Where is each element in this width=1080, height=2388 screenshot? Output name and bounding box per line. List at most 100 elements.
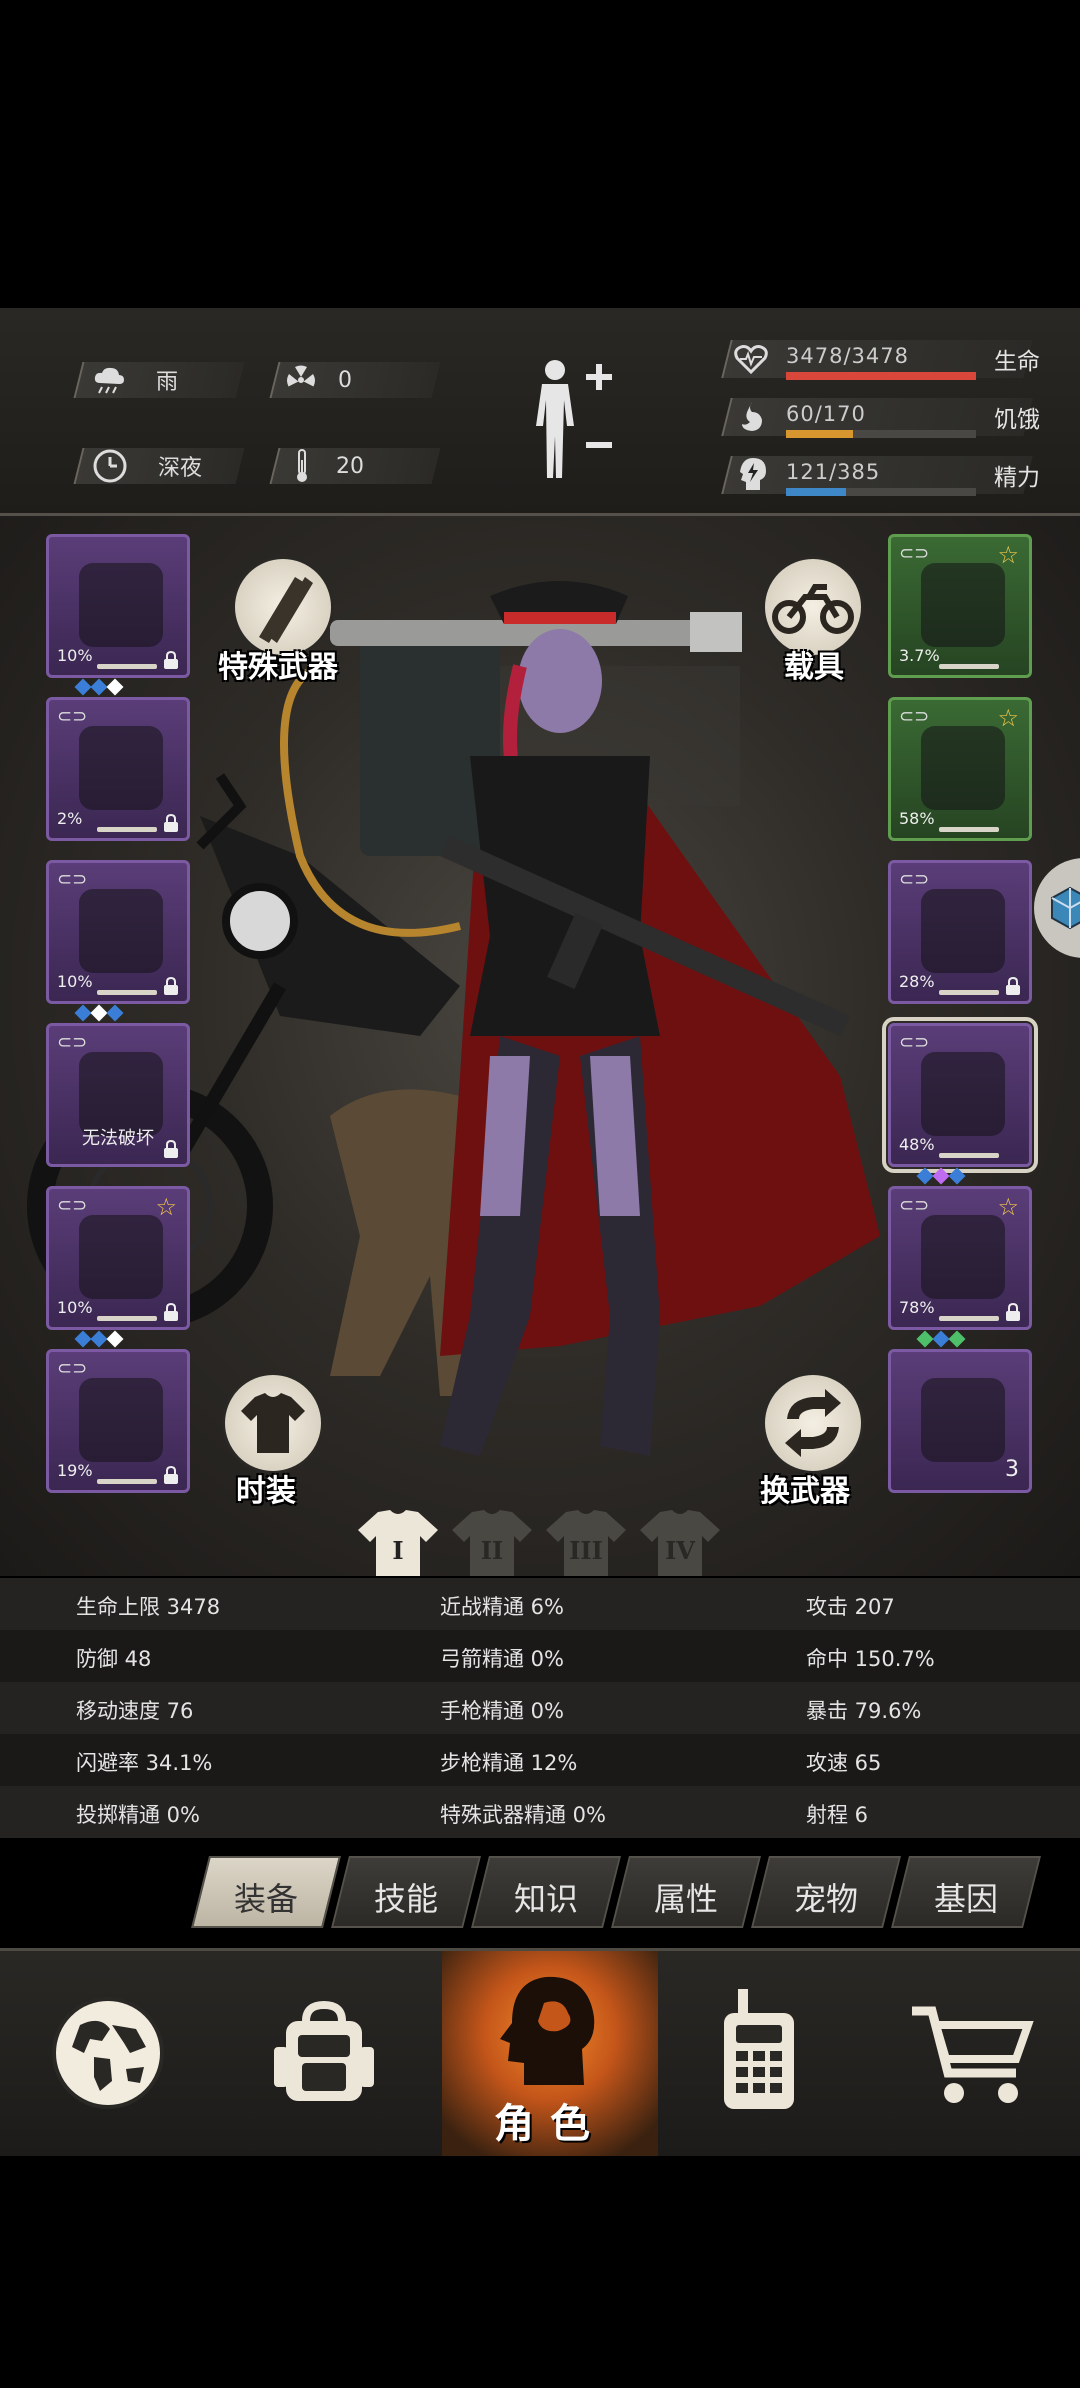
stat-cell: 闪避率 34.1% (76, 1751, 213, 1775)
category-tab-label: 基因 (933, 1880, 998, 1918)
category-tab-2[interactable]: 技能 (331, 1856, 481, 1928)
character-scene: 特殊武器 载具 时装 换武器 I II III IV 10% ⊂⊃ 2% ⊂⊃ 10 (0, 516, 1080, 1576)
lock-icon (163, 976, 179, 995)
outfit-tab-label: II (480, 1536, 504, 1565)
left-slot-backpack[interactable]: ⊂⊃ 无法破坏 (46, 1023, 190, 1167)
lock-icon (163, 1302, 179, 1321)
status-panel: 雨 0 深夜 20 3478/3478 生命 60/170 饥饿 121/385… (0, 308, 1080, 516)
left-jacket-durability: 10% (57, 972, 93, 991)
nav-world[interactable] (0, 1951, 216, 2156)
boots-icon (79, 1378, 163, 1462)
molotov-icon (921, 1378, 1005, 1462)
gas-mask-icon (921, 726, 1005, 810)
body-status-button[interactable] (520, 356, 620, 486)
lock-icon (163, 650, 179, 669)
durability-bar (97, 664, 157, 669)
right-slot-rifle[interactable]: ⊂⊃ 48% (882, 1017, 1038, 1185)
category-tab-5[interactable]: 宠物 (751, 1856, 901, 1928)
right-slot-mask[interactable]: ⊂⊃ ☆ 58% (888, 697, 1032, 841)
outfit-set-tabs: I II III IV (356, 1508, 736, 1578)
right-glasses-durability: 3.7% (899, 646, 940, 665)
left-slot-boots[interactable]: ⊂⊃ 19% (46, 1349, 190, 1493)
category-tab-4[interactable]: 属性 (611, 1856, 761, 1928)
left-slot-helmet[interactable]: 10% (46, 534, 190, 696)
right-slot-sword[interactable]: ⊂⊃ ☆ 78% (888, 1186, 1032, 1348)
nav-character[interactable]: 角色 (442, 1951, 658, 2156)
left-pants-durability: 10% (57, 1298, 93, 1317)
gem-icon (106, 1330, 124, 1348)
right-molotov-quantity: 3 (1005, 1457, 1019, 1482)
nav-radio[interactable] (650, 1951, 866, 2156)
swap-weapon-button[interactable]: 换武器 (756, 1372, 886, 1512)
nav-shop[interactable] (864, 1951, 1080, 2156)
category-tabs: 装备 技能 知识 属性 宠物 基因 (191, 1856, 1070, 1928)
stat-cell: 攻击 207 (806, 1595, 895, 1619)
swap-weapon-icon-wrap (762, 1372, 864, 1474)
fashion-icon-wrap (222, 1372, 324, 1474)
left-slot-jacket[interactable]: ⊂⊃ 10% (46, 860, 190, 1022)
stat-cell: 生命上限 3478 (76, 1595, 221, 1619)
right-slot-glasses[interactable]: ⊂⊃ ☆ 3.7% (888, 534, 1032, 678)
category-tab-3[interactable]: 知识 (471, 1856, 621, 1928)
shirt-icon (79, 726, 163, 810)
vehicle-button[interactable]: 载具 (760, 556, 880, 696)
time-label: 深夜 (158, 456, 203, 481)
link-icon: ⊂⊃ (57, 1195, 88, 1216)
right-slot-vest[interactable]: ⊂⊃ 28% (888, 860, 1032, 1004)
right-slot-molotov[interactable]: 3 (888, 1349, 1032, 1493)
outfit-tab-2[interactable]: II (450, 1508, 534, 1578)
special-weapon-button[interactable]: 特殊武器 (218, 556, 390, 696)
durability-bar (97, 1479, 157, 1484)
time-indicator: 深夜 (92, 446, 202, 486)
star-icon: ☆ (997, 541, 1019, 569)
link-icon: ⊂⊃ (899, 1195, 930, 1216)
durability-bar (939, 664, 999, 669)
temperature-value: 20 (336, 453, 364, 479)
category-tab-label: 属性 (653, 1880, 718, 1918)
clock-icon (93, 449, 127, 483)
durability-bar (97, 990, 157, 995)
outfit-tab-3[interactable]: III (544, 1508, 628, 1578)
fashion-button[interactable]: 时装 (220, 1372, 340, 1512)
fashion-label: 时装 (236, 1474, 296, 1509)
gem-sockets (916, 1330, 966, 1348)
stat-cell: 防御 48 (76, 1647, 152, 1671)
health-bar-fill (786, 372, 976, 380)
right-mask-durability: 58% (899, 809, 935, 828)
gem-icon (916, 1167, 934, 1185)
stat-cell: 暴击 79.6% (806, 1699, 922, 1723)
energy-value: 121/385 (786, 460, 881, 484)
category-tab-label: 宠物 (793, 1880, 858, 1918)
star-icon: ☆ (155, 1193, 177, 1221)
radiation-value: 0 (338, 367, 352, 393)
temperature-indicator: 20 (292, 446, 364, 486)
category-tab-1[interactable]: 装备 (191, 1856, 341, 1928)
heart-icon (734, 345, 768, 374)
category-tab-label: 技能 (373, 1880, 438, 1918)
nav-inventory[interactable] (216, 1951, 432, 2156)
energy-label: 精力 (994, 465, 1040, 491)
outfit-tab-4[interactable]: IV (638, 1508, 722, 1578)
rain-cloud-icon (94, 367, 124, 394)
thermometer-icon (297, 449, 307, 482)
gem-icon (90, 1330, 108, 1348)
stats-table: 生命上限 3478 近战精通 6% 攻击 207 防御 48 弓箭精通 0% 命中 150… (0, 1578, 1080, 1840)
police-helmet-icon (79, 563, 163, 647)
energy-head-icon (740, 458, 766, 490)
outfit-tab-1[interactable]: I (356, 1508, 440, 1578)
category-tab-6[interactable]: 基因 (891, 1856, 1041, 1928)
tactical-vest-icon (921, 889, 1005, 973)
energy-row: 121/385 精力 (716, 452, 1056, 500)
gem-sockets (916, 1167, 966, 1185)
right-sword-durability: 78% (899, 1298, 935, 1317)
stat-cell: 手枪精通 0% (440, 1699, 564, 1723)
stat-cell: 弓箭精通 0% (440, 1647, 564, 1671)
star-icon: ☆ (997, 1193, 1019, 1221)
gem-icon (74, 1330, 92, 1348)
left-slot-pants[interactable]: ⊂⊃ ☆ 10% (46, 1186, 190, 1348)
radiation-indicator: 0 (286, 362, 352, 398)
hunger-bar-fill (786, 430, 854, 438)
left-slot-shirt[interactable]: ⊂⊃ 2% (46, 697, 190, 841)
gem-icon (932, 1167, 950, 1185)
link-icon: ⊂⊃ (899, 543, 930, 564)
